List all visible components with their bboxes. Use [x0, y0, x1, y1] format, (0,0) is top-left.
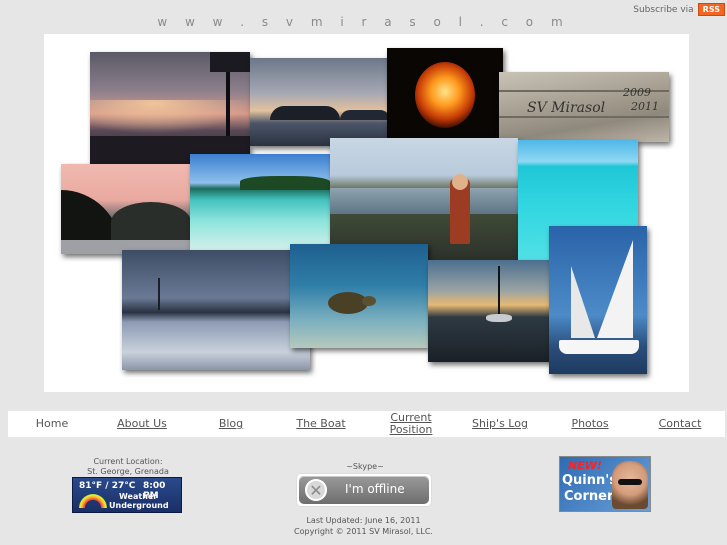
last-updated: Last Updated: June 16, 2011	[306, 516, 421, 525]
main-nav: Home About Us Blog The Boat Current Posi…	[8, 411, 725, 437]
pink-dusk-hills-photo	[61, 164, 191, 254]
nav-about-us[interactable]: About Us	[104, 411, 180, 437]
skype-title: ~Skype~	[346, 462, 384, 471]
sign-year-end: 2011	[631, 100, 659, 113]
weather-temperature: 81°F / 27°C	[79, 481, 136, 491]
location-title: Current Location:	[93, 457, 163, 466]
subscribe-rss[interactable]: Subscribe via RSS	[633, 3, 725, 16]
child-portrait-icon	[612, 461, 648, 509]
nav-current-position[interactable]: Current Position	[374, 411, 448, 437]
offline-x-icon: ✕	[305, 479, 327, 501]
fire-lantern-photo	[387, 48, 503, 146]
mirasol-sign-photo: SV Mirasol 2009 2011	[499, 72, 669, 142]
sign-year-start: 2009	[623, 86, 651, 99]
nav-photos[interactable]: Photos	[556, 411, 624, 437]
site-url: w w w . s v m i r a s o l . c o m	[157, 15, 570, 29]
sign-carving-text: SV Mirasol	[527, 100, 606, 116]
rainbow-icon	[79, 494, 107, 508]
palm-island-beach-photo	[190, 154, 330, 250]
quinns-corner-banner[interactable]: NEW! Quinn's Corner	[560, 457, 650, 511]
sunset-islands-photo	[250, 58, 390, 146]
sea-turtle-photo	[290, 244, 428, 348]
photo-collage: SV Mirasol 2009 2011	[44, 34, 689, 392]
rss-badge-icon[interactable]: RSS	[697, 3, 725, 16]
catamaran-sailing-photo	[549, 226, 647, 374]
copyright: Copyright © 2011 SV Mirasol, LLC.	[294, 527, 433, 536]
quinn-line2: Corner	[564, 489, 614, 504]
location-name: St. George, Grenada	[87, 467, 169, 476]
subscribe-label[interactable]: Subscribe via	[633, 5, 693, 15]
quinn-line1: Quinn's	[562, 473, 617, 488]
new-badge: NEW!	[568, 459, 602, 472]
skype-status-button[interactable]: ✕ I'm offline	[297, 474, 431, 506]
weather-widget[interactable]: 81°F / 27°C 8:00 PM Weather Underground	[73, 478, 181, 512]
nav-home[interactable]: Home	[18, 411, 86, 437]
calm-shore-photo	[122, 250, 310, 370]
skype-status-label: I'm offline	[345, 482, 405, 496]
nav-ships-log[interactable]: Ship's Log	[462, 411, 538, 437]
sunset-harbor-photo	[90, 52, 250, 164]
nav-the-boat[interactable]: The Boat	[284, 411, 358, 437]
nav-blog[interactable]: Blog	[204, 411, 258, 437]
weather-brand-line2: Underground	[109, 501, 169, 510]
nav-contact[interactable]: Contact	[644, 411, 716, 437]
weather-brand-line1: Weather	[119, 492, 158, 501]
